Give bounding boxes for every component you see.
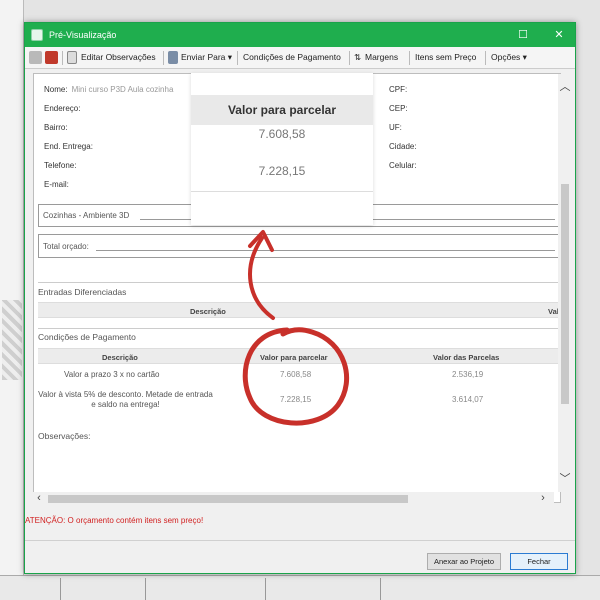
condicoes-col-valor: Valor para parcelar <box>260 353 328 362</box>
warning-text: O orçamento contém itens sem preço! <box>67 516 204 525</box>
scroll-down-icon[interactable]: ﹀ <box>558 470 572 486</box>
maximize-icon[interactable]: ☐ <box>515 27 531 43</box>
app-icon <box>31 29 43 41</box>
field-end-entrega: End. Entrega: <box>44 142 93 151</box>
background-cell <box>145 578 225 600</box>
callout-title: Valor para parcelar <box>191 95 373 125</box>
callout-value-2: 7.228,15 <box>258 164 306 178</box>
items-without-price-button[interactable]: Itens sem Preço <box>415 52 476 62</box>
margins-icon: ⇅ <box>354 52 362 62</box>
table-row-parcelas: 2.536,19 <box>452 370 484 379</box>
total-box <box>38 234 560 258</box>
send-icon <box>168 51 178 64</box>
close-button[interactable]: Fechar <box>510 553 568 570</box>
field-nome: Nome: Mini curso P3D Aula cozinha <box>44 85 173 94</box>
table-row-parcelas: 3.614,07 <box>452 395 484 404</box>
close-icon[interactable]: ✕ <box>551 27 567 43</box>
pdf-icon[interactable] <box>45 51 58 64</box>
payment-conditions-button[interactable]: Condições de Pagamento <box>243 52 341 62</box>
condicoes-table-header: Descrição Valor para parcelar Valor das … <box>38 348 558 364</box>
background-texture <box>2 300 22 380</box>
attach-to-project-button[interactable]: Anexar ao Projeto <box>427 553 501 570</box>
background-cell <box>265 578 345 600</box>
field-label: Nome: <box>44 85 68 94</box>
scroll-up-icon[interactable]: ︿ <box>558 78 572 94</box>
scroll-right-icon[interactable]: › <box>536 492 550 504</box>
condicoes-title: Condições de Pagamento <box>38 332 136 342</box>
field-endereco: Endereço: <box>44 104 81 113</box>
field-uf: UF: <box>389 123 402 132</box>
entradas-table-header: Descrição Valo <box>38 302 560 318</box>
toolbar-separator <box>237 51 238 65</box>
entradas-col-descricao: Descrição <box>190 307 226 316</box>
table-row-descricao: Valor à vista 5% de desconto. Metade de … <box>38 390 213 409</box>
table-row-valor: 7.228,15 <box>280 395 312 404</box>
title-bar[interactable]: Pré-Visualização ☐ ✕ <box>25 23 575 47</box>
send-to-menu[interactable]: Enviar Para ▾ <box>181 52 232 63</box>
toolbar-separator <box>485 51 486 65</box>
footer-divider <box>25 540 575 541</box>
section-divider <box>38 328 558 329</box>
field-bairro: Bairro: <box>44 123 68 132</box>
field-email: E-mail: <box>44 180 69 189</box>
total-label: Total orçado: <box>43 242 89 251</box>
zoom-callout: Valor para parcelar 7.608,58 7.228,15 <box>191 73 373 225</box>
vertical-scrollbar[interactable]: ︿ ﹀ <box>558 74 572 492</box>
scroll-left-icon[interactable]: ‹ <box>32 492 46 504</box>
field-celular: Celular: <box>389 161 417 170</box>
condicoes-col-parcelas: Valor das Parcelas <box>433 353 500 362</box>
edit-notes-button[interactable]: Editar Observações <box>81 52 156 62</box>
field-cep: CEP: <box>389 104 408 113</box>
toolbar-separator <box>349 51 350 65</box>
callout-value-1: 7.608,58 <box>258 127 306 141</box>
warning-message: ATENÇÃO: O orçamento contém itens sem pr… <box>25 516 203 525</box>
options-menu[interactable]: Opções ▾ <box>491 52 527 63</box>
observacoes-label: Observações: <box>38 431 91 441</box>
field-telefone: Telefone: <box>44 161 77 170</box>
callout-divider <box>191 191 373 192</box>
vertical-scroll-thumb[interactable] <box>561 184 569 404</box>
condicoes-col-descricao: Descrição <box>102 353 138 362</box>
horizontal-scroll-thumb[interactable] <box>48 495 408 503</box>
table-row-descricao: Valor a prazo 3 x no cartão <box>64 370 160 379</box>
field-cpf: CPF: <box>389 85 408 94</box>
environment-label: Cozinhas - Ambiente 3D <box>43 211 130 220</box>
margins-button[interactable]: Margens <box>365 52 398 62</box>
total-line <box>96 250 555 251</box>
background-cell <box>380 578 460 600</box>
toolbar-separator <box>163 51 164 65</box>
table-row-valor: 7.608,58 <box>280 370 312 379</box>
entradas-title: Entradas Diferenciadas <box>38 287 127 297</box>
warning-prefix: ATENÇÃO: <box>25 516 66 525</box>
section-divider <box>38 282 558 283</box>
background-cell <box>60 578 110 600</box>
window-title: Pré-Visualização <box>49 30 117 40</box>
toolbar-separator <box>62 51 63 65</box>
print-icon[interactable] <box>29 51 42 64</box>
field-cidade: Cidade: <box>389 142 417 151</box>
field-value: Mini curso P3D Aula cozinha <box>71 85 174 94</box>
horizontal-scrollbar[interactable]: ‹ › <box>32 492 554 506</box>
edit-notes-icon <box>67 51 77 64</box>
toolbar-separator <box>409 51 410 65</box>
toolbar: Editar Observações Enviar Para ▾ Condiçõ… <box>25 47 575 69</box>
